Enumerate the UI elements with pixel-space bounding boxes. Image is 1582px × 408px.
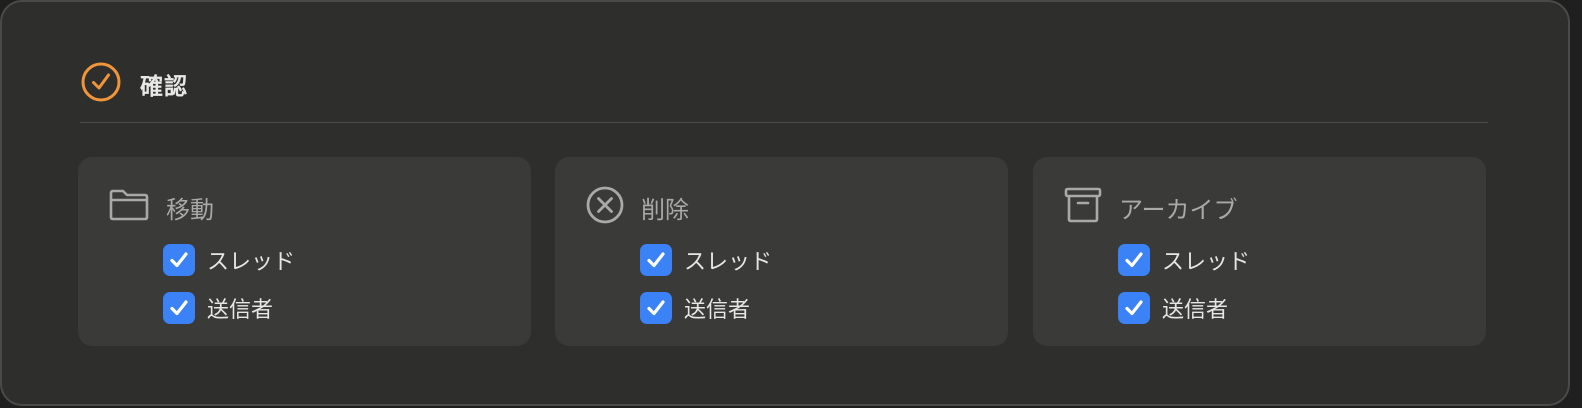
delete-sender-option[interactable]: 送信者 xyxy=(640,292,750,324)
panel-title: 確認 xyxy=(140,74,188,100)
move-thread-option[interactable]: スレッド xyxy=(163,244,295,276)
archive-card: アーカイブ スレッド 送信者 xyxy=(1033,157,1486,346)
delete-card-title: 削除 xyxy=(641,195,689,224)
x-circle-icon xyxy=(585,185,625,229)
delete-thread-label: スレッド xyxy=(684,250,773,275)
archive-sender-label: 送信者 xyxy=(1162,298,1229,323)
archive-card-header: アーカイブ xyxy=(1063,187,1238,227)
move-sender-option[interactable]: 送信者 xyxy=(163,292,273,324)
delete-thread-option[interactable]: スレッド xyxy=(640,244,772,276)
delete-thread-checkbox[interactable] xyxy=(640,244,672,276)
delete-card: 削除 スレッド 送信者 xyxy=(555,157,1008,346)
move-thread-label: スレッド xyxy=(207,250,296,275)
folder-icon xyxy=(108,188,150,226)
move-sender-label: 送信者 xyxy=(207,298,274,323)
move-card: 移動 スレッド 送信者 xyxy=(78,157,531,346)
delete-sender-checkbox[interactable] xyxy=(640,292,672,324)
delete-sender-label: 送信者 xyxy=(684,298,751,323)
header-divider xyxy=(80,122,1488,123)
move-thread-checkbox[interactable] xyxy=(163,244,195,276)
confirmation-panel: 確認 移動 スレッド 送信者 削除 スレッド 送信者 アーカイブ スレッド 送信… xyxy=(0,0,1570,406)
archive-sender-checkbox[interactable] xyxy=(1118,292,1150,324)
delete-card-header: 削除 xyxy=(585,185,689,229)
panel-header: 確認 xyxy=(80,62,188,106)
archive-thread-label: スレッド xyxy=(1162,250,1251,275)
archive-card-title: アーカイブ xyxy=(1119,195,1238,224)
move-card-title: 移動 xyxy=(166,195,214,224)
move-sender-checkbox[interactable] xyxy=(163,292,195,324)
archive-box-icon xyxy=(1063,186,1103,228)
check-circle-icon xyxy=(80,61,122,107)
archive-thread-checkbox[interactable] xyxy=(1118,244,1150,276)
move-card-header: 移動 xyxy=(108,187,214,227)
archive-sender-option[interactable]: 送信者 xyxy=(1118,292,1228,324)
archive-thread-option[interactable]: スレッド xyxy=(1118,244,1250,276)
